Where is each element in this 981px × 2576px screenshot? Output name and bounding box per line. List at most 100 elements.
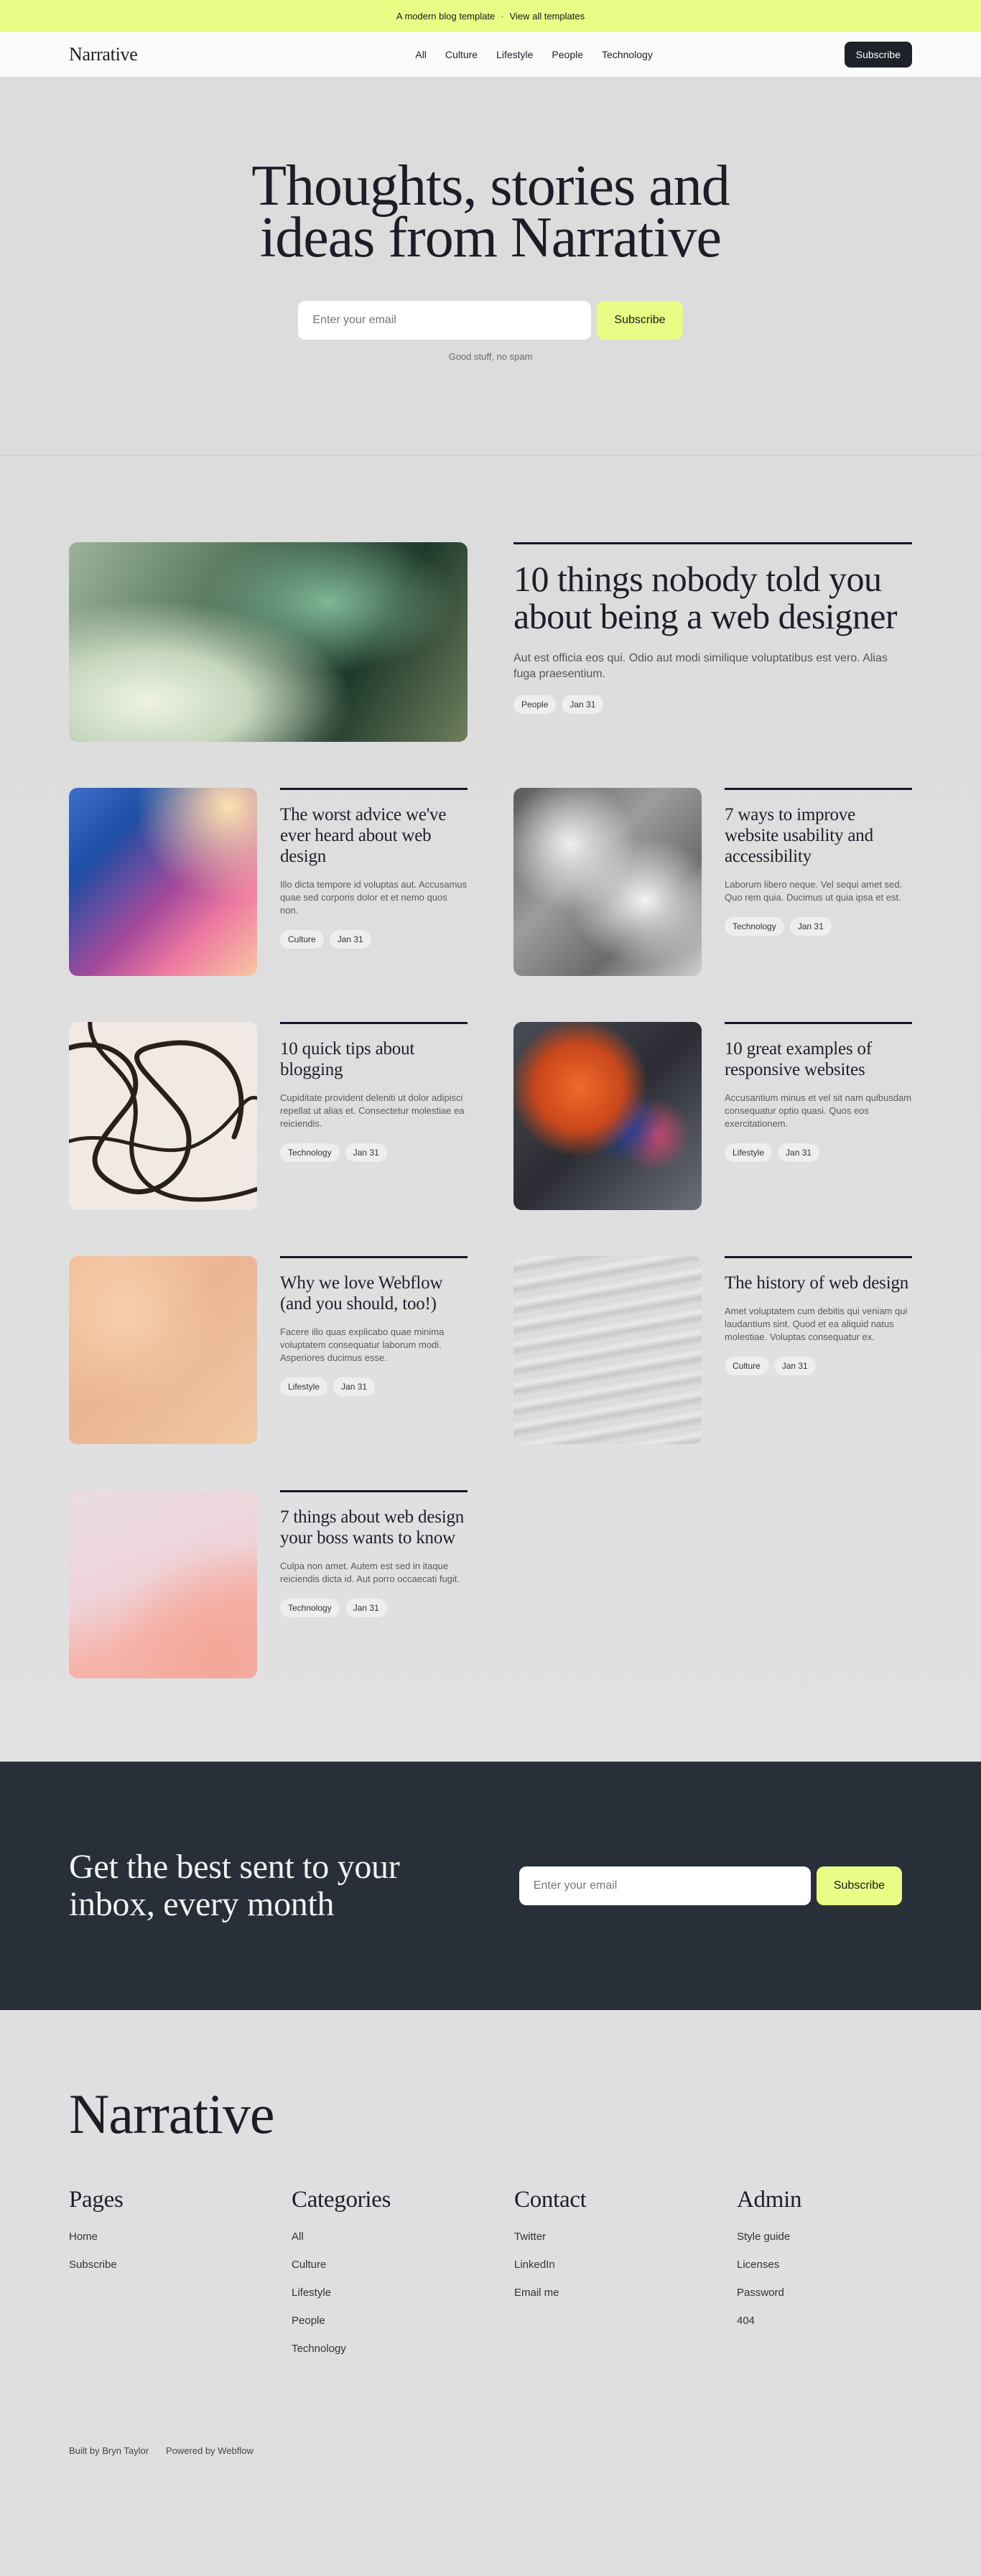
post-excerpt: Amet voluptatem cum debitis qui veniam q…: [725, 1306, 908, 1342]
featured-post-title[interactable]: 10 things nobody told you about being a …: [513, 560, 912, 635]
featured-post-body: 10 things nobody told you about being a …: [513, 542, 912, 742]
footer-link-culture[interactable]: Culture: [292, 2259, 514, 2271]
post-title[interactable]: 7 ways to improve website usability and …: [725, 804, 912, 867]
featured-post-image[interactable]: [69, 542, 468, 742]
post-body: Why we love Webflow (and you should, too…: [280, 1256, 468, 1444]
post-excerpt: Cupiditate provident deleniti ut dolor a…: [280, 1092, 465, 1129]
post-image[interactable]: [513, 1022, 702, 1210]
view-templates-link[interactable]: View all templates: [510, 11, 585, 22]
post-body: 10 great examples of responsive websites…: [725, 1022, 912, 1210]
post-card[interactable]: 10 great examples of responsive websites…: [513, 1022, 912, 1210]
footer-link-technology[interactable]: Technology: [292, 2343, 514, 2355]
brand-logo[interactable]: Narrative: [69, 44, 138, 65]
post-grid: The worst advice we've ever heard about …: [69, 788, 912, 1678]
posts-section: 10 things nobody told you about being a …: [0, 456, 981, 1762]
footer-heading: Contact: [514, 2187, 587, 2213]
post-excerpt: Accusantium minus et vel sit nam quibusd…: [725, 1092, 912, 1129]
post-image[interactable]: [69, 788, 257, 976]
built-by-link[interactable]: Built by Bryn Taylor: [69, 2445, 149, 2456]
footer-link-people[interactable]: People: [292, 2315, 514, 2327]
newsletter-email-input[interactable]: [519, 1866, 811, 1905]
post-image[interactable]: [69, 1022, 257, 1210]
footer-credits: Built by Bryn Taylor Powered by Webflow: [69, 2445, 912, 2456]
post-card[interactable]: The worst advice we've ever heard about …: [69, 788, 468, 976]
date-tag: Jan 31: [778, 1143, 820, 1162]
post-tags: Culture Jan 31: [725, 1357, 912, 1375]
featured-post-tags: People Jan 31: [513, 695, 912, 714]
footer-link-home[interactable]: Home: [69, 2231, 292, 2243]
footer-link-twitter[interactable]: Twitter: [514, 2231, 737, 2243]
post-tags: Lifestyle Jan 31: [280, 1377, 468, 1396]
footer-link-style-guide[interactable]: Style guide: [737, 2231, 959, 2243]
hero-subscribe-button[interactable]: Subscribe: [597, 301, 683, 340]
post-title[interactable]: 10 great examples of responsive websites: [725, 1038, 912, 1080]
post-title[interactable]: The worst advice we've ever heard about …: [280, 804, 468, 867]
post-card[interactable]: 7 ways to improve website usability and …: [513, 788, 912, 976]
post-card[interactable]: 10 quick tips about blogging Cupiditate …: [69, 1022, 468, 1210]
post-tags: Lifestyle Jan 31: [725, 1143, 912, 1162]
footer-link-linkedin[interactable]: LinkedIn: [514, 2259, 737, 2271]
post-card[interactable]: 7 things about web design your boss want…: [69, 1490, 468, 1678]
post-body: 7 ways to improve website usability and …: [725, 788, 912, 976]
post-body: The history of web design Amet voluptate…: [725, 1256, 912, 1444]
footer-brand[interactable]: Narrative: [69, 2082, 912, 2147]
post-image[interactable]: [69, 1490, 257, 1678]
footer-col-admin: Admin Style guide Licenses Password 404: [737, 2187, 959, 2371]
footer-link-email[interactable]: Email me: [514, 2287, 737, 2299]
footer-link-404[interactable]: 404: [737, 2315, 959, 2327]
nav-link-all[interactable]: All: [415, 49, 427, 60]
banner-separator: ·: [501, 10, 504, 22]
post-excerpt: Illo dicta tempore id voluptas aut. Accu…: [280, 879, 468, 916]
post-excerpt: Culpa non amet. Autem est sed in itaque …: [280, 1561, 460, 1584]
date-tag: Jan 31: [773, 1357, 816, 1375]
footer-col-contact: Contact Twitter LinkedIn Email me: [514, 2187, 737, 2371]
post-title[interactable]: The history of web design: [725, 1273, 912, 1293]
category-tag[interactable]: Technology: [280, 1599, 340, 1617]
post-tags: Culture Jan 31: [280, 930, 468, 949]
footer-columns: Pages Home Subscribe Categories All Cult…: [69, 2187, 912, 2371]
footer-link-password[interactable]: Password: [737, 2287, 959, 2299]
footer-link-licenses[interactable]: Licenses: [737, 2259, 959, 2271]
category-tag[interactable]: Culture: [725, 1357, 768, 1375]
footer-link-all[interactable]: All: [292, 2231, 514, 2243]
newsletter-subscribe-button[interactable]: Subscribe: [816, 1866, 902, 1905]
post-image[interactable]: [513, 1256, 702, 1444]
nav-link-technology[interactable]: Technology: [602, 49, 653, 60]
date-tag: Jan 31: [345, 1599, 387, 1617]
post-tags: Technology Jan 31: [280, 1599, 468, 1617]
featured-post[interactable]: 10 things nobody told you about being a …: [69, 542, 912, 742]
category-tag[interactable]: Lifestyle: [725, 1143, 773, 1162]
footer-col-categories: Categories All Culture Lifestyle People …: [292, 2187, 514, 2371]
hero-title-line-2: ideas from Narrative: [260, 206, 722, 269]
post-image[interactable]: [513, 788, 702, 976]
post-body: 7 things about web design your boss want…: [280, 1490, 468, 1678]
post-card[interactable]: Why we love Webflow (and you should, too…: [69, 1256, 468, 1444]
footer-link-lifestyle[interactable]: Lifestyle: [292, 2287, 514, 2299]
nav-subscribe-button[interactable]: Subscribe: [844, 41, 912, 68]
category-tag[interactable]: People: [513, 695, 557, 714]
category-tag[interactable]: Technology: [280, 1143, 340, 1162]
date-tag: Jan 31: [562, 695, 604, 714]
hero-subscribe-form: Subscribe: [298, 301, 683, 340]
powered-by-link[interactable]: Powered by Webflow: [166, 2445, 254, 2456]
post-title[interactable]: Why we love Webflow (and you should, too…: [280, 1273, 468, 1314]
post-card[interactable]: The history of web design Amet voluptate…: [513, 1256, 912, 1444]
footer-link-subscribe[interactable]: Subscribe: [69, 2259, 292, 2271]
nav-link-culture[interactable]: Culture: [445, 49, 478, 60]
hero-email-input[interactable]: [298, 301, 592, 340]
nav-link-people[interactable]: People: [552, 49, 583, 60]
post-excerpt: Laborum libero neque. Vel sequi amet sed…: [725, 879, 903, 903]
category-tag[interactable]: Culture: [280, 930, 324, 949]
category-tag[interactable]: Lifestyle: [280, 1377, 328, 1396]
template-banner: A modern blog template · View all templa…: [0, 0, 981, 32]
newsletter-form: Subscribe: [519, 1866, 902, 1905]
nav-link-lifestyle[interactable]: Lifestyle: [496, 49, 533, 60]
date-tag: Jan 31: [333, 1377, 376, 1396]
hero: Thoughts, stories and ideas from Narrati…: [0, 78, 981, 456]
post-title[interactable]: 7 things about web design your boss want…: [280, 1507, 468, 1548]
date-tag: Jan 31: [329, 930, 371, 949]
category-tag[interactable]: Technology: [725, 917, 784, 936]
post-title[interactable]: 10 quick tips about blogging: [280, 1038, 468, 1080]
hero-note: Good stuff, no spam: [448, 351, 533, 362]
post-image[interactable]: [69, 1256, 257, 1444]
